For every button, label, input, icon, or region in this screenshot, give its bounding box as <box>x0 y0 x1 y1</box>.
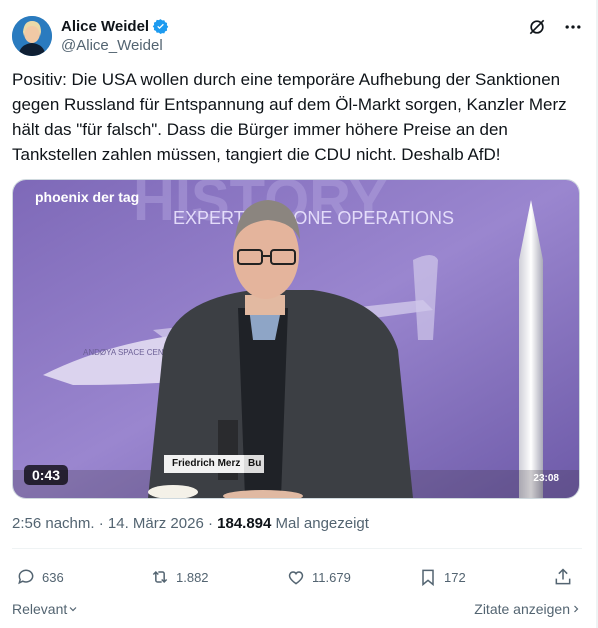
show-quotes-link[interactable]: Zitate anzeigen <box>474 598 582 620</box>
view-count: 184.894 <box>217 515 272 532</box>
heart-icon <box>288 571 304 585</box>
more-icon[interactable] <box>562 16 584 38</box>
video-channel-logo: phoenix der tag <box>35 189 139 205</box>
like-count: 11.679 <box>312 569 351 585</box>
avatar[interactable] <box>12 16 52 56</box>
share-button[interactable] <box>553 567 573 587</box>
footer-links: Relevant Zitate anzeigen <box>12 598 582 620</box>
video-player[interactable]: HISTORY EXPERT N DRONE OPERATIONS phoeni… <box>12 179 580 499</box>
like-button[interactable]: 11.679 <box>286 567 351 587</box>
author-names: Alice Weidel @Alice_Weidel <box>61 17 169 56</box>
sort-relevant-dropdown[interactable]: Relevant <box>12 598 79 620</box>
video-clock: 23:08 <box>533 473 559 484</box>
quotes-label: Zitate anzeigen <box>474 601 570 617</box>
sort-label: Relevant <box>12 601 68 617</box>
chevron-down-icon <box>69 607 77 612</box>
repost-icon <box>152 570 168 584</box>
lower-third-name: Friedrich Merz <box>172 458 241 469</box>
repost-count: 1.882 <box>176 569 209 585</box>
meta-dot: · <box>98 515 104 532</box>
video-frame: HISTORY EXPERT N DRONE OPERATIONS phoeni… <box>13 180 579 498</box>
divider <box>12 548 582 549</box>
bookmark-count: 172 <box>444 569 466 585</box>
reply-button[interactable]: 636 <box>16 567 64 587</box>
meta-dot-2: · <box>207 515 213 532</box>
reply-count: 636 <box>42 569 64 585</box>
author-name[interactable]: Alice Weidel <box>61 17 149 36</box>
action-bar: 636 1.882 11.679 172 <box>12 562 582 592</box>
lower-third-tail: Bu <box>244 455 264 473</box>
verified-badge-icon <box>152 18 169 34</box>
lower-third: Friedrich Merz Bu <box>164 455 264 473</box>
bookmark-icon <box>422 569 434 587</box>
grok-icon[interactable] <box>526 16 548 38</box>
tweet-header: Alice Weidel @Alice_Weidel <box>12 14 584 58</box>
tweet-text: Positiv: Die USA wollen durch eine tempo… <box>12 70 572 164</box>
share-icon <box>555 568 571 585</box>
tweet-date[interactable]: 14. März 2026 <box>108 515 204 532</box>
views-label: Mal angezeigt <box>275 515 369 532</box>
bookmark-button[interactable]: 172 <box>418 567 466 587</box>
author-handle[interactable]: @Alice_Weidel <box>61 36 169 56</box>
reply-icon <box>18 569 34 585</box>
tweet-time[interactable]: 2:56 nachm. <box>12 515 95 532</box>
repost-button[interactable]: 1.882 <box>150 567 209 587</box>
tweet-meta: 2:56 nachm. · 14. März 2026 · 184.894 Ma… <box>12 514 369 534</box>
video-banner-text: EXPERT N DRONE OPERATIONS <box>173 208 454 228</box>
video-duration: 0:43 <box>24 465 69 485</box>
chevron-right-icon <box>574 605 579 613</box>
